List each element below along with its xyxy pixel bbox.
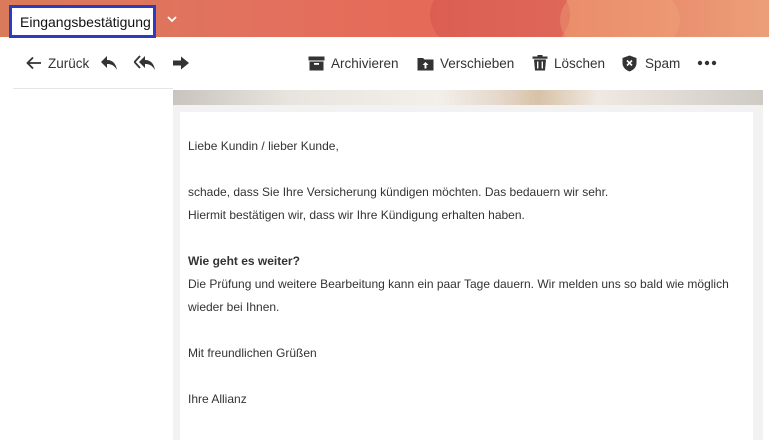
divider [13, 88, 173, 89]
spam-button[interactable]: Spam [622, 49, 680, 77]
email-paragraph-line: schade, dass Sie Ihre Versicherung kündi… [188, 185, 609, 199]
arrow-left-icon [26, 56, 42, 70]
archive-label: Archivieren [331, 55, 399, 71]
header-image [173, 90, 763, 105]
chevron-down-icon[interactable] [164, 11, 180, 27]
email-closing: Mit freundlichen Grüßen [188, 346, 317, 360]
reply-button[interactable] [100, 49, 118, 77]
email-heading: Wie geht es weiter? [188, 254, 300, 268]
reply-all-button[interactable] [134, 49, 156, 77]
more-icon [697, 60, 717, 66]
email-paragraph-line: Hiermit bestätigen wir, dass wir Ihre Kü… [188, 208, 525, 222]
reply-all-icon [134, 55, 156, 71]
move-button[interactable]: Verschieben [417, 49, 514, 77]
email-paragraph-line: wieder bei Ihnen. [188, 300, 280, 314]
move-label: Verschieben [440, 55, 515, 71]
archive-icon [308, 56, 325, 71]
back-label: Zurück [48, 55, 90, 71]
subject-title: Eingangsbestätigung [9, 5, 156, 38]
forward-icon [172, 55, 190, 71]
trash-icon [532, 55, 548, 71]
delete-label: Löschen [554, 55, 606, 71]
email-paragraph-line: Die Prüfung und weitere Bearbeitung kann… [188, 277, 729, 291]
email-signature: Ihre Allianz [188, 392, 247, 406]
spam-label: Spam [645, 55, 681, 71]
banner-decoration [560, 0, 680, 37]
email-greeting: Liebe Kundin / lieber Kunde, [188, 139, 339, 153]
more-button[interactable] [697, 49, 717, 77]
forward-button[interactable] [172, 49, 190, 77]
move-icon [417, 56, 434, 71]
archive-button[interactable]: Archivieren [308, 49, 399, 77]
email-body [180, 112, 753, 440]
delete-button[interactable]: Löschen [532, 49, 605, 77]
toolbar: Zurück Archivieren Verschieben Löschen S… [0, 37, 769, 90]
shield-icon [622, 55, 637, 72]
subject-text: Eingangsbestätigung [20, 13, 151, 30]
reply-icon [100, 55, 118, 71]
banner-decoration [430, 0, 570, 37]
back-button[interactable]: Zurück [26, 49, 89, 77]
